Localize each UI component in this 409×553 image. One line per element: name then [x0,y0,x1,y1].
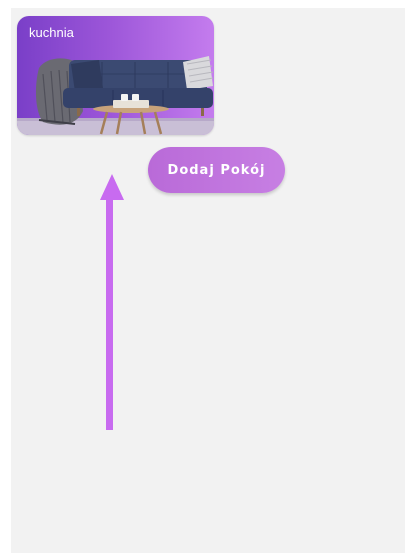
room-name-label: kuchnia [29,25,74,40]
add-room-button[interactable]: Dodaj Pokój [148,147,285,193]
arrow-up-icon [100,174,124,430]
room-card-kuchnia[interactable]: kuchnia [17,16,214,135]
